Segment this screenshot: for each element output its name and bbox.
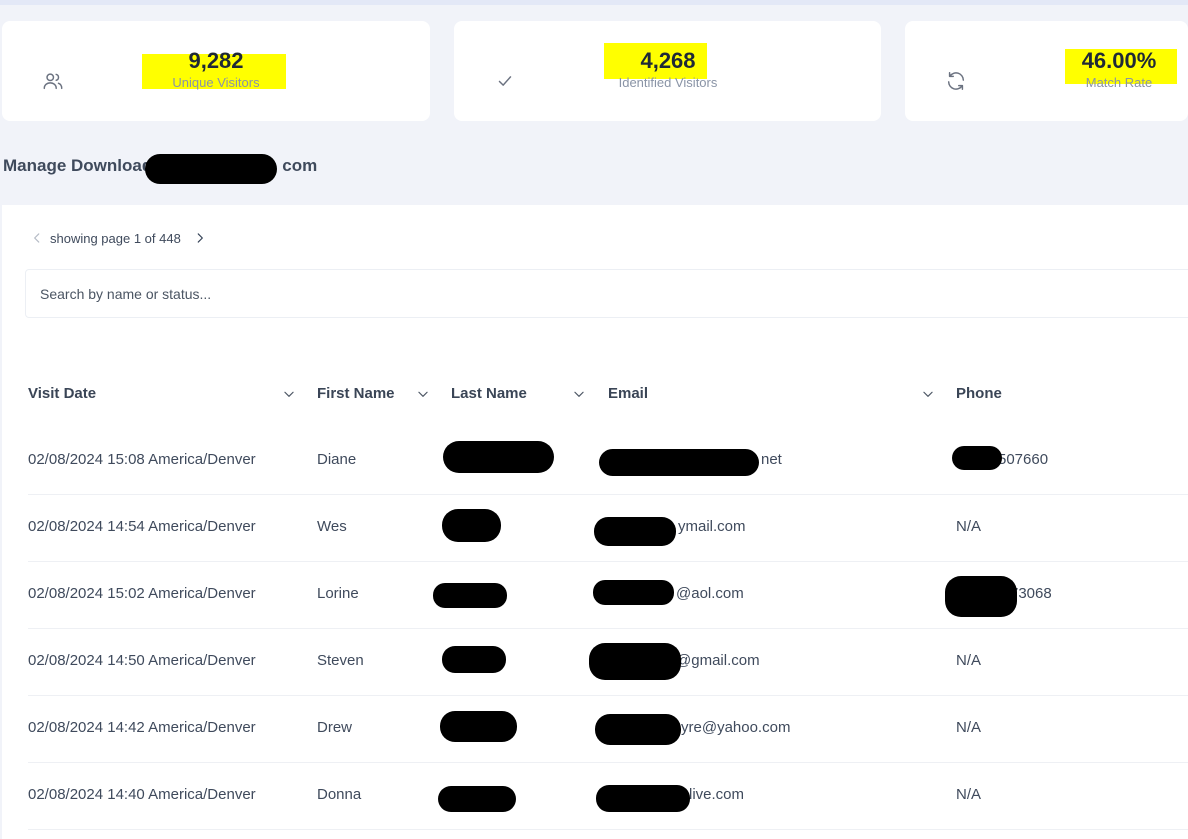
column-header-email[interactable]: Email xyxy=(608,385,648,402)
phone-cell: 507660 xyxy=(998,451,1049,468)
first-name-cell: Lorine xyxy=(317,585,359,602)
redaction-mark xyxy=(145,154,277,184)
chevron-down-icon[interactable] xyxy=(282,387,296,401)
section-title-prefix: Manage Download xyxy=(3,156,153,175)
pagination: showing page 1 of 448 xyxy=(30,228,207,248)
email-cell: net xyxy=(761,451,782,468)
visit-date-cell: 02/08/2024 15:02 America/Denver xyxy=(28,585,256,602)
redaction-mark xyxy=(438,786,516,812)
stat-card-identified-visitors: 4,268 Identified Visitors xyxy=(454,21,881,121)
first-name-cell: Wes xyxy=(317,518,347,535)
first-name-cell: Steven xyxy=(317,652,364,669)
redaction-mark xyxy=(442,509,501,542)
refresh-icon xyxy=(945,70,967,92)
search-input[interactable] xyxy=(26,270,1188,317)
redaction-mark xyxy=(440,711,517,742)
visit-date-cell: 02/08/2024 14:50 America/Denver xyxy=(28,652,256,669)
redaction-mark xyxy=(442,646,506,673)
column-header-last-name[interactable]: Last Name xyxy=(451,385,527,402)
stat-label: Match Rate xyxy=(1085,75,1153,90)
stat-value: 9,282 xyxy=(188,48,244,73)
stat-label: Unique Visitors xyxy=(172,75,260,90)
search-box xyxy=(25,269,1188,318)
email-cell: ymail.com xyxy=(678,518,746,535)
page: 9,282 Unique Visitors 4,268 Identified V… xyxy=(0,0,1188,839)
redaction-mark xyxy=(599,449,759,476)
stat-value: 4,268 xyxy=(640,48,696,73)
stat-card-match-rate: 46.00% Match Rate xyxy=(905,21,1188,121)
section-title-suffix: com xyxy=(282,156,318,175)
column-header-first-name[interactable]: First Name xyxy=(317,385,395,402)
stat-value: 46.00% xyxy=(1081,48,1157,73)
column-header-phone[interactable]: Phone xyxy=(956,385,1002,402)
chevron-right-icon[interactable] xyxy=(193,231,207,245)
stat-label: Identified Visitors xyxy=(618,75,718,90)
email-cell: @aol.com xyxy=(676,585,744,602)
visit-date-cell: 02/08/2024 14:42 America/Denver xyxy=(28,719,256,736)
redaction-mark xyxy=(945,576,1017,617)
first-name-cell: Donna xyxy=(317,786,362,803)
phone-cell: N/A xyxy=(956,719,982,736)
phone-cell: N/A xyxy=(956,652,982,669)
redaction-mark xyxy=(443,441,554,473)
redaction-mark xyxy=(433,583,507,608)
email-cell: @gmail.com xyxy=(676,652,760,669)
first-name-cell: Diane xyxy=(317,451,357,468)
visit-date-cell: 02/08/2024 15:08 America/Denver xyxy=(28,451,256,468)
chevron-down-icon[interactable] xyxy=(416,387,430,401)
first-name-cell: Drew xyxy=(317,719,353,736)
users-icon xyxy=(42,70,64,92)
redaction-mark xyxy=(952,446,1002,470)
chevron-down-icon[interactable] xyxy=(921,387,935,401)
email-cell: live.com xyxy=(689,786,745,803)
check-icon xyxy=(494,70,516,92)
chevron-down-icon[interactable] xyxy=(572,387,586,401)
redaction-mark xyxy=(596,785,690,812)
email-cell: yre@yahoo.com xyxy=(681,719,791,736)
redaction-mark xyxy=(593,580,674,605)
redaction-mark xyxy=(594,517,676,546)
visit-date-cell: 02/08/2024 14:54 America/Denver xyxy=(28,518,256,535)
stat-card-unique-visitors: 9,282 Unique Visitors xyxy=(2,21,430,121)
visit-date-cell: 02/08/2024 14:40 America/Denver xyxy=(28,786,256,803)
phone-cell: N/A xyxy=(956,518,982,535)
pagination-text: showing page 1 of 448 xyxy=(50,230,181,246)
top-strip xyxy=(0,0,1188,5)
redaction-mark xyxy=(589,643,681,680)
phone-cell: N/A xyxy=(956,786,982,803)
redaction-mark xyxy=(595,714,681,745)
column-header-visit-date[interactable]: Visit Date xyxy=(28,385,96,402)
chevron-left-icon[interactable] xyxy=(30,231,44,245)
